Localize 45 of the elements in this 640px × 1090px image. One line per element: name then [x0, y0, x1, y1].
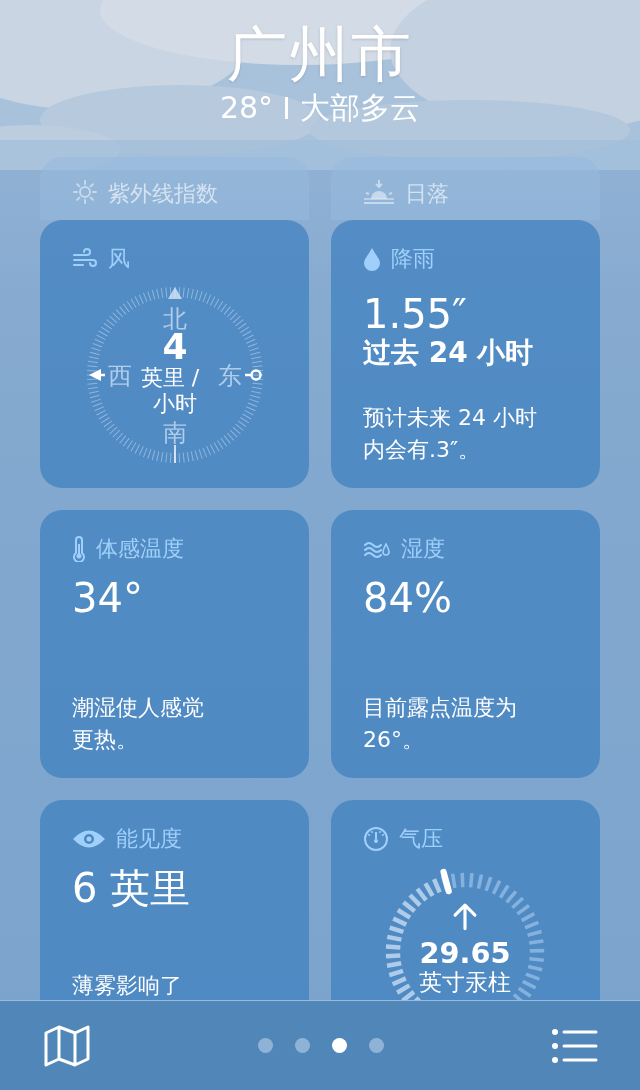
humidity-value: 84%	[363, 574, 453, 622]
card-title: 能见度	[116, 825, 182, 853]
card-description: 目前露点温度为26°。	[363, 694, 518, 754]
list-icon	[552, 1028, 598, 1063]
gauge-needle	[440, 868, 452, 895]
rainfall-period: 过去 24 小时	[363, 336, 535, 370]
card-title: 体感温度	[96, 535, 184, 563]
wind-speed-unit: 英里 / 小时	[140, 365, 200, 416]
eye-icon	[72, 828, 106, 850]
weather-condition: 大部多云	[300, 90, 421, 126]
rising-arrow-icon	[453, 903, 477, 931]
visibility-value: 6 英里	[72, 864, 192, 912]
map-icon	[44, 1024, 90, 1067]
city-name: 广州市	[226, 18, 414, 90]
pressure-unit: 英寸汞柱	[419, 967, 511, 996]
card-title: 风	[108, 245, 130, 273]
compass-label: 西	[108, 362, 132, 390]
compass-label: 东	[218, 362, 242, 390]
sun-icon	[72, 179, 98, 205]
sunset-icon	[363, 179, 395, 205]
rainfall-forecast: 预计未来 24 小时内会有.3″。	[363, 404, 538, 464]
gauge-icon	[363, 826, 389, 852]
thermometer-icon	[72, 536, 86, 562]
wind-icon	[72, 248, 98, 270]
list-button[interactable]	[552, 1028, 598, 1063]
page-dot[interactable]	[332, 1038, 347, 1053]
pressure-value: 29.65	[419, 935, 511, 970]
card-title: 降雨	[391, 245, 435, 273]
collapsed-card[interactable]: 日落	[331, 157, 600, 220]
card-title: 紫外线指数	[108, 180, 218, 208]
page-dot[interactable]	[258, 1038, 273, 1053]
raindrop-icon	[363, 247, 381, 271]
page-dot[interactable]	[369, 1038, 384, 1053]
card-title: 气压	[399, 825, 443, 853]
card-title: 湿度	[401, 535, 445, 563]
page-dot[interactable]	[295, 1038, 310, 1053]
card-description: 潮湿使人感觉更热。	[72, 694, 205, 754]
card-title: 日落	[405, 180, 449, 208]
feels-like-value: 34°	[72, 574, 144, 622]
card-description: 薄雾影响了	[72, 972, 183, 1000]
current-temperature: 28°	[219, 90, 274, 126]
rainfall-value: 1.55″	[363, 292, 468, 336]
map-button[interactable]	[44, 1024, 90, 1067]
compass-label: 南	[163, 419, 187, 447]
collapsed-card[interactable]: 紫外线指数	[40, 157, 309, 220]
